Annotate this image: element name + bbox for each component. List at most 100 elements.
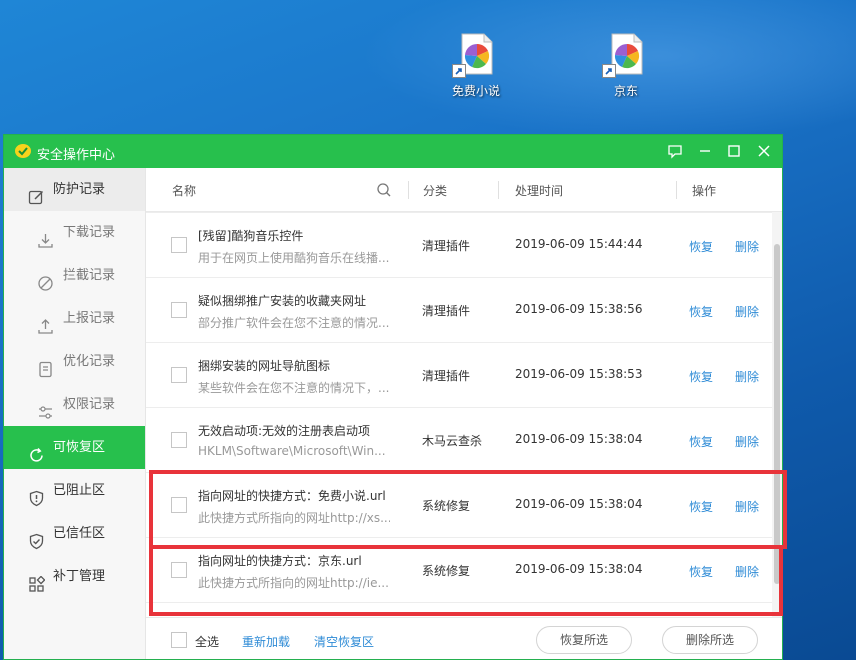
column-header-category: 分类 xyxy=(423,184,448,198)
sidebar-item-label: 补丁管理 xyxy=(53,569,106,584)
close-icon xyxy=(758,145,770,157)
pinwheel-icon xyxy=(452,30,500,78)
column-divider xyxy=(498,181,499,199)
footer-bar: 全选 重新加载 清空恢复区 恢复所选 删除所选 xyxy=(146,617,782,659)
grid-icon xyxy=(28,568,46,592)
row-category: 清理插件 xyxy=(422,239,471,253)
table-row[interactable]: 指向网址的快捷方式：免费小说.url 此快捷方式所指向的网址http://xs.… xyxy=(146,473,772,538)
shortcut-arrow-icon xyxy=(452,64,466,78)
close-button[interactable] xyxy=(752,140,776,162)
desktop-icon-jd[interactable]: 京东 xyxy=(586,30,666,99)
restore-icon xyxy=(28,439,45,462)
shortcut-arrow-icon xyxy=(602,64,616,78)
feedback-button[interactable] xyxy=(663,140,687,162)
search-icon[interactable] xyxy=(376,182,392,198)
delete-link[interactable]: 删除 xyxy=(735,303,759,320)
select-all-label[interactable]: 全选 xyxy=(195,633,219,650)
column-header-name: 名称 xyxy=(172,184,197,198)
row-description: 部分推广软件会在您不注意的情况... xyxy=(198,316,390,330)
row-name: 指向网址的快捷方式：京东.url xyxy=(198,554,362,568)
row-checkbox[interactable] xyxy=(171,497,187,513)
row-description: 此快捷方式所指向的网址http://ie.... xyxy=(198,576,390,590)
row-checkbox[interactable] xyxy=(171,302,187,318)
edit-record-icon xyxy=(28,181,45,205)
table-row[interactable]: 指向网址的快捷方式：京东.url 此快捷方式所指向的网址http://ie...… xyxy=(146,538,772,603)
row-checkbox[interactable] xyxy=(171,237,187,253)
sidebar-item-report-records[interactable]: 上报记录 xyxy=(4,297,145,340)
row-time: 2019-06-09 15:38:04 xyxy=(515,432,643,446)
row-checkbox[interactable] xyxy=(171,562,187,578)
select-all-checkbox[interactable] xyxy=(171,632,187,648)
sidebar-item-trusted-zone[interactable]: 已信任区 xyxy=(4,512,145,555)
row-name: [残留]酷狗音乐控件 xyxy=(198,229,304,243)
delete-link[interactable]: 删除 xyxy=(735,433,759,450)
window-title: 安全操作中心 xyxy=(37,148,116,163)
delete-link[interactable]: 删除 xyxy=(735,563,759,580)
sidebar-item-label: 已阻止区 xyxy=(53,483,106,498)
app-logo-icon xyxy=(13,142,33,160)
row-category: 系统修复 xyxy=(422,499,471,513)
restore-link[interactable]: 恢复 xyxy=(689,498,713,515)
table-header: 名称 分类 处理时间 操作 xyxy=(146,168,782,212)
block-icon xyxy=(37,267,54,291)
maximize-button[interactable] xyxy=(722,140,746,162)
scrollbar-thumb[interactable] xyxy=(774,244,780,584)
minimize-icon xyxy=(700,150,710,152)
row-name: 疑似捆绑推广安装的收藏夹网址 xyxy=(198,294,367,308)
download-icon xyxy=(37,224,54,248)
main-panel: 名称 分类 处理时间 操作 [残留]酷狗音乐控件 用于在网页上使用酷狗音乐在线播… xyxy=(146,168,782,659)
table-row[interactable]: 疑似捆绑推广安装的收藏夹网址 部分推广软件会在您不注意的情况... 清理插件 2… xyxy=(146,278,772,343)
row-name: 捆绑安装的网址导航图标 xyxy=(198,359,331,373)
row-checkbox[interactable] xyxy=(171,367,187,383)
sidebar-item-label: 可恢复区 xyxy=(53,440,106,455)
sidebar-item-protection-records[interactable]: 防护记录 xyxy=(4,168,145,211)
restore-link[interactable]: 恢复 xyxy=(689,303,713,320)
sidebar-item-download-records[interactable]: 下载记录 xyxy=(4,211,145,254)
sidebar-item-label: 下载记录 xyxy=(63,225,116,240)
sidebar-item-patch-management[interactable]: 补丁管理 xyxy=(4,555,145,598)
shield-check-icon xyxy=(28,525,45,550)
column-divider xyxy=(676,181,677,199)
table-row[interactable]: 捆绑安装的网址导航图标 某些软件会在您不注意的情况下，... 清理插件 2019… xyxy=(146,343,772,408)
list-scrollbar[interactable] xyxy=(772,212,782,617)
sliders-icon xyxy=(37,396,54,419)
sidebar-item-recoverable-zone[interactable]: 可恢复区 xyxy=(4,426,145,469)
row-time: 2019-06-09 15:38:04 xyxy=(515,562,643,576)
sidebar-item-blocked-zone[interactable]: 已阻止区 xyxy=(4,469,145,512)
table-row[interactable]: 无效启动项:无效的注册表启动项 HKLM\Software\Microsoft\… xyxy=(146,408,772,473)
row-category: 清理插件 xyxy=(422,304,471,318)
delete-link[interactable]: 删除 xyxy=(735,498,759,515)
row-time: 2019-06-09 15:44:44 xyxy=(515,237,643,251)
clear-recoverable-link[interactable]: 清空恢复区 xyxy=(314,633,374,650)
restore-link[interactable]: 恢复 xyxy=(689,433,713,450)
delete-link[interactable]: 删除 xyxy=(735,238,759,255)
restore-link[interactable]: 恢复 xyxy=(689,238,713,255)
delete-selected-button[interactable]: 删除所选 xyxy=(662,626,758,654)
sidebar-item-label: 拦截记录 xyxy=(63,268,116,283)
restore-link[interactable]: 恢复 xyxy=(689,368,713,385)
desktop-icon-label: 京东 xyxy=(613,84,638,98)
table-row[interactable]: [残留]酷狗音乐控件 用于在网页上使用酷狗音乐在线播... 清理插件 2019-… xyxy=(146,213,772,278)
minimize-button[interactable] xyxy=(693,140,717,162)
sidebar: 防护记录 下载记录 拦截记录 上报记录 优化记录 权限记录 可恢复区 已阻止区 … xyxy=(4,168,146,659)
row-checkbox[interactable] xyxy=(171,432,187,448)
maximize-icon xyxy=(728,145,740,157)
title-bar: 安全操作中心 xyxy=(4,135,782,168)
chat-icon xyxy=(668,145,682,159)
sidebar-item-label: 防护记录 xyxy=(53,182,106,197)
sidebar-item-label: 上报记录 xyxy=(63,311,116,326)
row-description: 用于在网页上使用酷狗音乐在线播... xyxy=(198,251,390,265)
sidebar-item-label: 优化记录 xyxy=(63,354,116,369)
desktop-icon-novel[interactable]: 免费小说 xyxy=(436,30,516,99)
sidebar-item-permission-records[interactable]: 权限记录 xyxy=(4,383,145,426)
row-category: 清理插件 xyxy=(422,369,471,383)
restore-link[interactable]: 恢复 xyxy=(689,563,713,580)
reload-link[interactable]: 重新加载 xyxy=(242,633,290,650)
sidebar-item-block-records[interactable]: 拦截记录 xyxy=(4,254,145,297)
delete-link[interactable]: 删除 xyxy=(735,368,759,385)
pinwheel-icon xyxy=(602,30,650,78)
sidebar-item-optimize-records[interactable]: 优化记录 xyxy=(4,340,145,383)
row-time: 2019-06-09 15:38:53 xyxy=(515,367,643,381)
restore-selected-button[interactable]: 恢复所选 xyxy=(536,626,632,654)
row-time: 2019-06-09 15:38:04 xyxy=(515,497,643,511)
